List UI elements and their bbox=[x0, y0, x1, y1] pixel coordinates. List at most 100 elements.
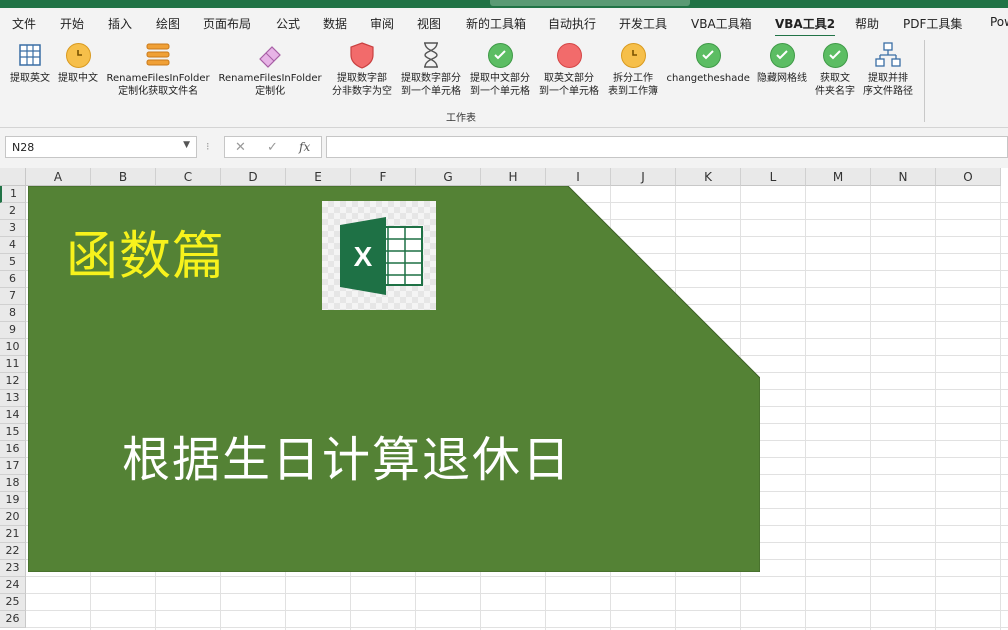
tab-5[interactable]: 公式 bbox=[276, 15, 300, 32]
row-header-5[interactable]: 5 bbox=[0, 254, 26, 271]
ribbon-command-6[interactable]: 提取中文部分 到一个单元格 bbox=[470, 40, 530, 98]
column-header-M[interactable]: M bbox=[806, 168, 871, 186]
shield-icon bbox=[347, 40, 377, 70]
column-header-H[interactable]: H bbox=[481, 168, 546, 186]
row-header-13[interactable]: 13 bbox=[0, 390, 26, 407]
tab-14[interactable]: 帮助 bbox=[855, 15, 879, 32]
command-label: changetheshade bbox=[666, 73, 750, 84]
column-header-K[interactable]: K bbox=[676, 168, 741, 186]
ribbon-command-1[interactable]: 提取中文 bbox=[58, 40, 98, 85]
search-box[interactable] bbox=[490, 0, 690, 6]
row-header-1[interactable]: 1 bbox=[0, 186, 26, 203]
column-header-O[interactable]: O bbox=[936, 168, 1001, 186]
ribbon-command-7[interactable]: 取英文部分 到一个单元格 bbox=[539, 40, 599, 98]
tab-7[interactable]: 审阅 bbox=[370, 15, 394, 32]
ribbon-command-2[interactable]: RenameFilesInFolder 定制化获取文件名 bbox=[107, 40, 210, 98]
row-header-18[interactable]: 18 bbox=[0, 475, 26, 492]
tab-4[interactable]: 页面布局 bbox=[203, 15, 251, 32]
row-header-9[interactable]: 9 bbox=[0, 322, 26, 339]
command-label: 拆分工作 bbox=[613, 73, 653, 84]
clock-icon bbox=[618, 40, 648, 70]
chevron-down-icon[interactable]: ▼ bbox=[183, 140, 190, 150]
ribbon-command-3[interactable]: RenameFilesInFolder 定制化 bbox=[219, 40, 322, 98]
tab-10[interactable]: 自动执行 bbox=[548, 15, 596, 32]
banner-title: 函数篇 bbox=[66, 227, 226, 287]
tab-9[interactable]: 新的工具箱 bbox=[466, 15, 526, 32]
formula-input[interactable] bbox=[326, 136, 1008, 158]
row-header-22[interactable]: 22 bbox=[0, 543, 26, 560]
row-header-8[interactable]: 8 bbox=[0, 305, 26, 322]
row-header-16[interactable]: 16 bbox=[0, 441, 26, 458]
row-header-19[interactable]: 19 bbox=[0, 492, 26, 509]
column-header-D[interactable]: D bbox=[221, 168, 286, 186]
row-header-23[interactable]: 23 bbox=[0, 560, 26, 577]
row-header-17[interactable]: 17 bbox=[0, 458, 26, 475]
check-circle-icon bbox=[820, 40, 850, 70]
more-icon[interactable]: ⁝ bbox=[206, 140, 210, 153]
row-header-15[interactable]: 15 bbox=[0, 424, 26, 441]
hourglass-icon bbox=[416, 40, 446, 70]
row-header-20[interactable]: 20 bbox=[0, 509, 26, 526]
row-header-21[interactable]: 21 bbox=[0, 526, 26, 543]
name-box-value: N28 bbox=[12, 141, 35, 154]
check-circle-icon bbox=[693, 40, 723, 70]
name-box[interactable]: N28 ▼ bbox=[5, 136, 197, 158]
command-label: 件夹名字 bbox=[815, 86, 855, 97]
row-header-24[interactable]: 24 bbox=[0, 577, 26, 594]
row-header-4[interactable]: 4 bbox=[0, 237, 26, 254]
ribbon-command-11[interactable]: 获取文 件夹名字 bbox=[815, 40, 855, 98]
column-header-E[interactable]: E bbox=[286, 168, 351, 186]
ribbon-command-8[interactable]: 拆分工作 表到工作簿 bbox=[608, 40, 658, 98]
tab-3[interactable]: 绘图 bbox=[156, 15, 180, 32]
row-header-11[interactable]: 11 bbox=[0, 356, 26, 373]
tab-11[interactable]: 开发工具 bbox=[619, 15, 667, 32]
ribbon-command-12[interactable]: 提取并排 序文件路径 bbox=[863, 40, 913, 98]
tab-2[interactable]: 插入 bbox=[108, 15, 132, 32]
column-header-I[interactable]: I bbox=[546, 168, 611, 186]
column-header-G[interactable]: G bbox=[416, 168, 481, 186]
column-header-F[interactable]: F bbox=[351, 168, 416, 186]
tab-16[interactable]: Pow bbox=[990, 15, 1008, 29]
select-all-corner[interactable] bbox=[0, 168, 26, 186]
column-header-L[interactable]: L bbox=[741, 168, 806, 186]
column-header-J[interactable]: J bbox=[611, 168, 676, 186]
ribbon-command-10[interactable]: 隐藏网格线 bbox=[757, 40, 807, 85]
row-header-12[interactable]: 12 bbox=[0, 373, 26, 390]
ribbon-command-4[interactable]: 提取数字部 分非数字为空 bbox=[332, 40, 392, 98]
banner-subtitle: 根据生日计算退休日 bbox=[122, 432, 573, 488]
tab-1[interactable]: 开始 bbox=[60, 15, 84, 32]
row-header-6[interactable]: 6 bbox=[0, 271, 26, 288]
column-header-C[interactable]: C bbox=[156, 168, 221, 186]
formula-bar: N28 ▼ ⁝ ✕ ✓ fx bbox=[0, 128, 1008, 168]
enter-button[interactable]: ✓ bbox=[267, 140, 278, 155]
cancel-button[interactable]: ✕ bbox=[235, 140, 246, 155]
tab-13[interactable]: VBA工具2 bbox=[775, 15, 836, 37]
row-header-7[interactable]: 7 bbox=[0, 288, 26, 305]
row-header-3[interactable]: 3 bbox=[0, 220, 26, 237]
ribbon-group-label: 工作表 bbox=[446, 113, 476, 124]
row-header-26[interactable]: 26 bbox=[0, 611, 26, 628]
tab-12[interactable]: VBA工具箱 bbox=[691, 15, 752, 32]
tab-6[interactable]: 数据 bbox=[323, 15, 347, 32]
tab-15[interactable]: PDF工具集 bbox=[903, 15, 962, 32]
row-header-25[interactable]: 25 bbox=[0, 594, 26, 611]
ribbon-body: 工作表 提取英文 提取中文 RenameFilesInFolder 定制化获取文件名 R… bbox=[0, 36, 1008, 128]
tab-8[interactable]: 视图 bbox=[417, 15, 441, 32]
ribbon-command-9[interactable]: changetheshade bbox=[667, 40, 750, 85]
command-label: 提取并排 bbox=[868, 73, 908, 84]
command-label: 到一个单元格 bbox=[401, 86, 461, 97]
command-label: 获取文 bbox=[820, 73, 850, 84]
formula-buttons: ✕ ✓ fx bbox=[224, 136, 322, 158]
column-header-B[interactable]: B bbox=[91, 168, 156, 186]
row-header-10[interactable]: 10 bbox=[0, 339, 26, 356]
insert-function-button[interactable]: fx bbox=[299, 140, 310, 154]
ribbon-separator bbox=[924, 40, 925, 122]
ribbon-command-0[interactable]: 提取英文 bbox=[10, 40, 50, 85]
row-header-2[interactable]: 2 bbox=[0, 203, 26, 220]
ribbon-command-5[interactable]: 提取数字部分 到一个单元格 bbox=[401, 40, 461, 98]
column-header-A[interactable]: A bbox=[26, 168, 91, 186]
row-header-14[interactable]: 14 bbox=[0, 407, 26, 424]
tab-0[interactable]: 文件 bbox=[12, 15, 36, 32]
column-header-N[interactable]: N bbox=[871, 168, 936, 186]
ribbon-tabs: 文件 开始 插入 绘图 页面布局 公式 数据 审阅 视图 新的工具箱 自动执行 开发工具 VBA工具箱 V… bbox=[0, 8, 1008, 37]
